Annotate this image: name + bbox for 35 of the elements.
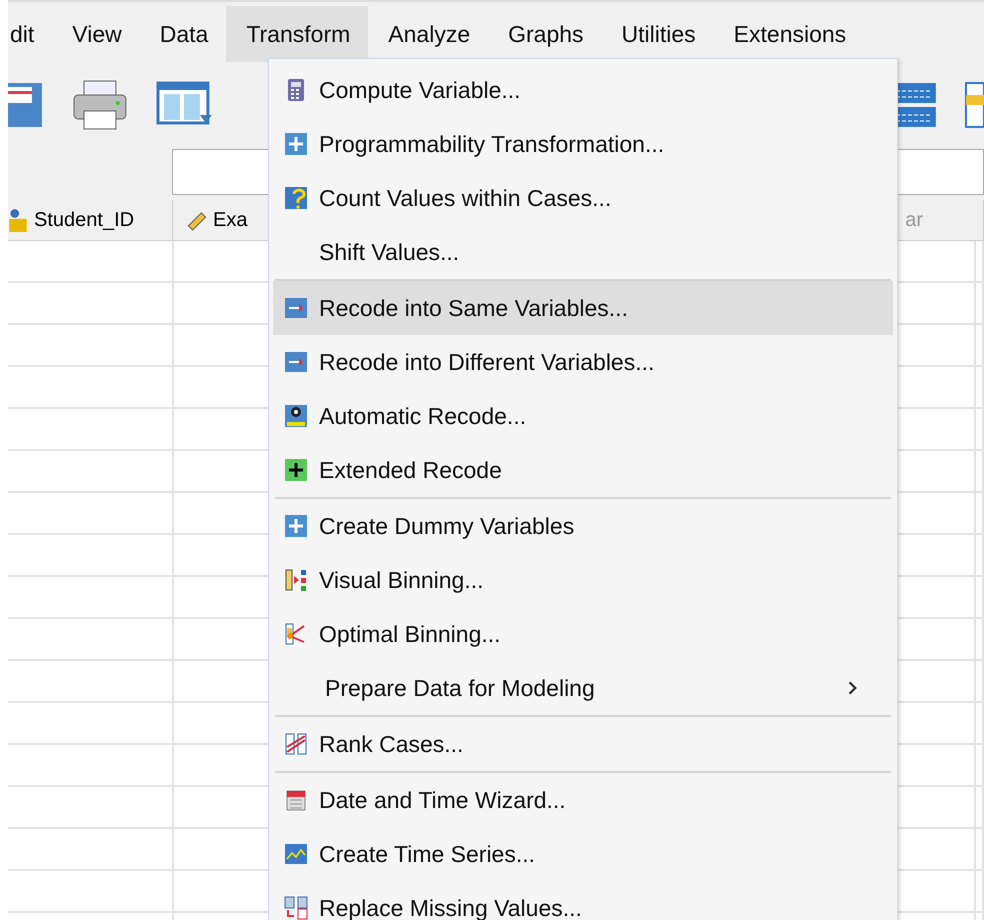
menu-item[interactable]: Create Time Series... — [273, 827, 893, 881]
menu-item[interactable]: Extended Recode — [273, 443, 893, 497]
table-icon — [284, 732, 308, 756]
column-header[interactable]: Exa — [213, 208, 248, 232]
plus-icon — [284, 458, 308, 482]
plus-icon — [284, 132, 308, 156]
menu-item[interactable]: Recode into Different Variables... — [273, 335, 893, 389]
menu-item[interactable]: Shift Values... — [273, 225, 893, 279]
line-chart-icon — [284, 842, 308, 866]
column-header[interactable]: Student_ID — [34, 208, 134, 232]
menu-bar-item[interactable]: Utilities — [602, 6, 714, 62]
menu-bar-item[interactable]: Graphs — [488, 6, 602, 62]
menu-bar-item[interactable]: Data — [140, 6, 226, 62]
menu-item[interactable]: Automatic Recode... — [273, 389, 893, 443]
menu-item[interactable]: Create Dummy Variables — [273, 499, 893, 553]
plus-icon — [284, 514, 308, 538]
menu-item[interactable]: Recode into Same Variables... — [273, 281, 893, 335]
question-mark-icon — [284, 186, 308, 210]
menu-item[interactable]: Date and Time Wizard... — [273, 773, 893, 827]
nominal-icon — [8, 208, 28, 232]
calendar-icon — [284, 788, 308, 812]
menu-bar-item[interactable]: View — [52, 6, 140, 62]
menu-item[interactable]: Rank Cases... — [273, 717, 893, 771]
menu-item[interactable]: Optimal Binning... — [273, 607, 893, 661]
menu-item[interactable]: Prepare Data for Modeling — [273, 661, 893, 715]
menu-bar-item[interactable]: dit — [10, 6, 52, 62]
menu-bar-item[interactable]: Extensions — [714, 6, 864, 62]
table-icon[interactable] — [964, 79, 984, 131]
menu-item[interactable]: Visual Binning... — [273, 553, 893, 607]
menu-item[interactable]: Compute Variable... — [273, 63, 893, 117]
menu-item[interactable]: Count Values within Cases... — [273, 171, 893, 225]
menu-item[interactable]: Programmability Transformation... — [273, 117, 893, 171]
menu-bar-item[interactable]: Transform — [226, 6, 368, 62]
menu-item[interactable]: Replace Missing Values... — [273, 881, 893, 920]
menu-bar-item[interactable]: Analyze — [368, 6, 488, 62]
